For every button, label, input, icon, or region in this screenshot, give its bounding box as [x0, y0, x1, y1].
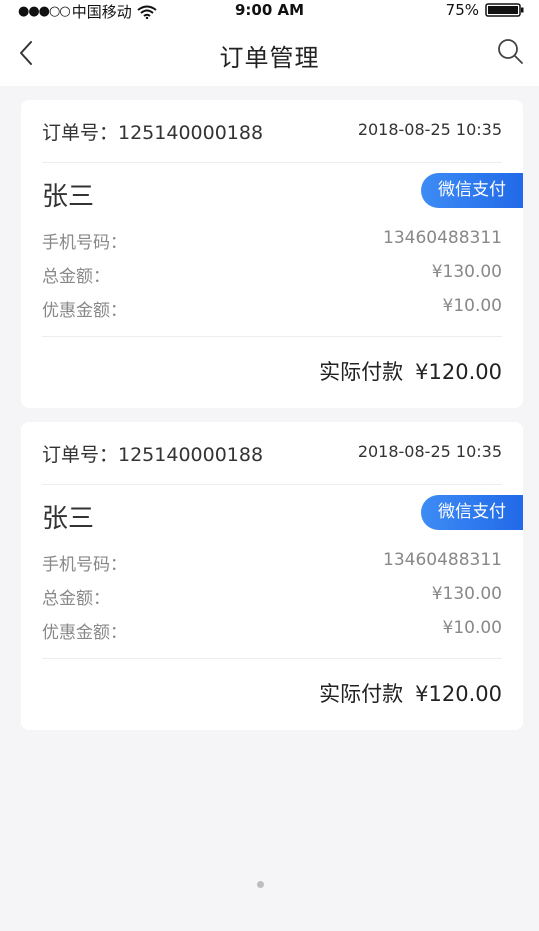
total-label: 总金额： [42, 589, 110, 609]
divider [42, 658, 502, 659]
order-card[interactable]: 订单号：125140000188 2018-08-25 10:35 张三 微信支… [21, 100, 523, 408]
order-date: 2018-08-25 10:35 [357, 442, 502, 461]
divider [42, 336, 502, 337]
nav-bar: 订单管理 [0, 22, 539, 86]
order-date: 2018-08-25 10:35 [357, 120, 502, 139]
search-icon[interactable] [495, 36, 525, 66]
discount-value: ¥10.00 [442, 296, 502, 316]
payment-method-badge: 微信支付 [421, 173, 523, 208]
payment-method-badge: 微信支付 [421, 495, 523, 530]
total-label: 总金额： [42, 267, 110, 287]
phone-value: 13460488311 [383, 228, 502, 248]
actual-payment-label: 实际付款 [319, 682, 404, 706]
actual-payment-value: ¥120.00 [415, 360, 502, 384]
customer-name: 张三 [42, 182, 95, 212]
discount-value: ¥10.00 [442, 618, 502, 638]
phone-label: 手机号码： [42, 233, 127, 253]
order-number: 订单号：125140000188 [42, 444, 264, 466]
actual-payment-value: ¥120.00 [415, 682, 502, 706]
divider [42, 162, 502, 163]
total-value: ¥130.00 [431, 262, 502, 282]
customer-name: 张三 [42, 504, 95, 534]
battery-icon [485, 3, 525, 17]
status-bar: ●●●○○ 中国移动 9:00 AM 75% [0, 0, 539, 22]
total-value: ¥130.00 [431, 584, 502, 604]
order-number: 订单号：125140000188 [42, 122, 264, 144]
discount-label: 优惠金额： [42, 301, 127, 321]
phone-value: 13460488311 [383, 550, 502, 570]
phone-label: 手机号码： [42, 555, 127, 575]
discount-label: 优惠金额： [42, 623, 127, 643]
actual-payment: 实际付款 ¥120.00 [319, 678, 502, 708]
page-indicator-dot [257, 881, 264, 888]
page-title: 订单管理 [219, 44, 320, 72]
battery-percent: 75% [445, 1, 479, 19]
actual-payment: 实际付款 ¥120.00 [319, 356, 502, 386]
actual-payment-label: 实际付款 [319, 360, 404, 384]
divider [42, 484, 502, 485]
order-card[interactable]: 订单号：125140000188 2018-08-25 10:35 张三 微信支… [21, 422, 523, 730]
status-right: 75% [446, 1, 525, 19]
